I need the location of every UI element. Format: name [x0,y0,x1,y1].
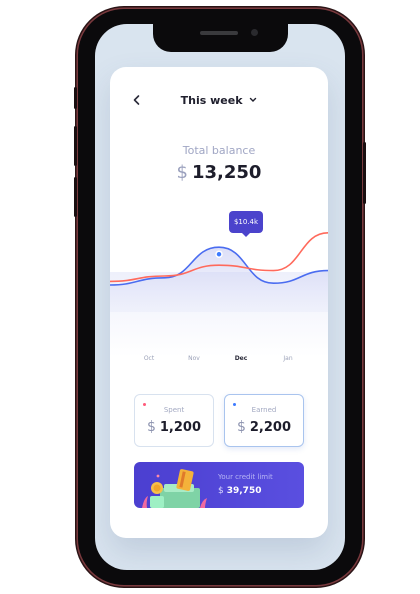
spent-amount: 1,200 [159,420,202,435]
front-camera [251,29,258,36]
earned-label: Earned [251,406,277,414]
period-selector[interactable]: This week [110,94,328,107]
spent-value: $1,200 [135,419,213,435]
mute-switch [74,87,77,109]
speaker-grille [200,31,238,35]
phone-screen: This week Total balance $13,250 $10.4k O… [95,24,345,570]
power-button [363,142,366,204]
currency-symbol: $ [176,162,188,183]
data-point-marker[interactable] [215,250,223,258]
balance-chart[interactable] [110,202,328,357]
month-axis: Oct Nov Dec Jan [110,355,328,367]
credit-limit-banner[interactable]: Your credit limit $39,750 [134,462,304,508]
balance-amount: 13,250 [191,162,262,183]
spent-currency: $ [146,419,156,435]
spent-card[interactable]: Spent $1,200 [134,394,214,447]
month-tick-label[interactable]: Jan [273,355,303,362]
chart-tooltip: $10.4k [229,211,263,237]
credit-currency: $ [218,486,224,496]
phone-frame: This week Total balance $13,250 $10.4k O… [74,9,366,585]
balance-card: This week Total balance $13,250 $10.4k O… [110,67,328,538]
earned-card[interactable]: Earned $2,200 [224,394,304,447]
credit-amount: 39,750 [226,486,262,496]
credit-illustration [142,469,207,508]
chevron-down-icon [249,97,257,107]
period-label: This week [180,94,243,107]
total-balance-label: Total balance [182,144,256,157]
volume-down-button [74,177,77,217]
volume-up-button [74,126,77,166]
earned-value: $2,200 [225,419,303,435]
earned-currency: $ [236,419,246,435]
spent-label: Spent [163,406,185,414]
notch [153,24,288,52]
earned-amount: 2,200 [249,420,292,435]
credit-limit-label: Your credit limit [218,473,273,481]
month-tick-label[interactable]: Oct [134,355,164,362]
credit-limit-value: $39,750 [218,486,261,496]
total-balance-value: $13,250 [110,162,328,183]
month-tick-label[interactable]: Nov [179,355,209,362]
month-tick-label[interactable]: Dec [226,355,256,362]
